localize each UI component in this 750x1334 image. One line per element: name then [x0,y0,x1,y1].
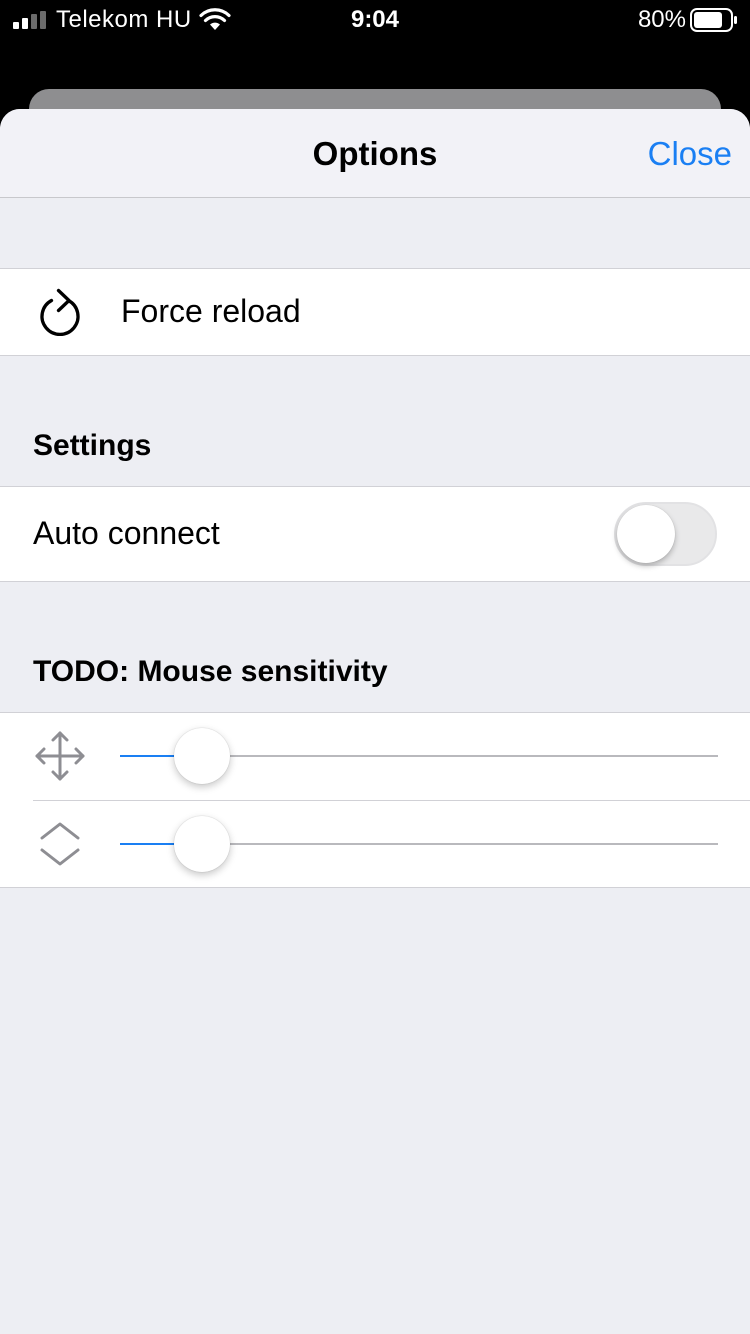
auto-connect-label: Auto connect [33,515,220,551]
scroll-chevrons-icon [40,822,80,866]
divider [33,800,750,801]
force-reload-label: Force reload [121,293,301,329]
mouse-sensitivity-section-header: TODO: Mouse sensitivity [33,655,388,688]
close-button[interactable]: Close [648,135,732,173]
move-sensitivity-slider[interactable] [120,726,718,786]
force-reload-row[interactable]: Force reload [0,268,750,356]
battery-percent: 80% [637,6,686,33]
slider-thumb[interactable] [174,728,231,784]
toggle-knob [617,505,675,563]
move-arrows-icon [35,731,85,781]
scroll-sensitivity-slider[interactable] [120,814,718,874]
options-sheet: Options Close Force reload Settings Auto… [0,109,750,1334]
status-bar: Telekom HU 9:04 80% [0,0,750,40]
slider-thumb[interactable] [174,816,231,872]
auto-connect-toggle[interactable] [614,502,717,566]
navigation-bar: Options Close [0,109,750,198]
battery-icon [690,8,737,32]
settings-section-header: Settings [33,429,152,462]
mouse-sensitivity-group [0,712,750,888]
reload-icon [40,288,80,336]
page-title: Options [312,135,438,172]
auto-connect-row: Auto connect [0,486,750,582]
